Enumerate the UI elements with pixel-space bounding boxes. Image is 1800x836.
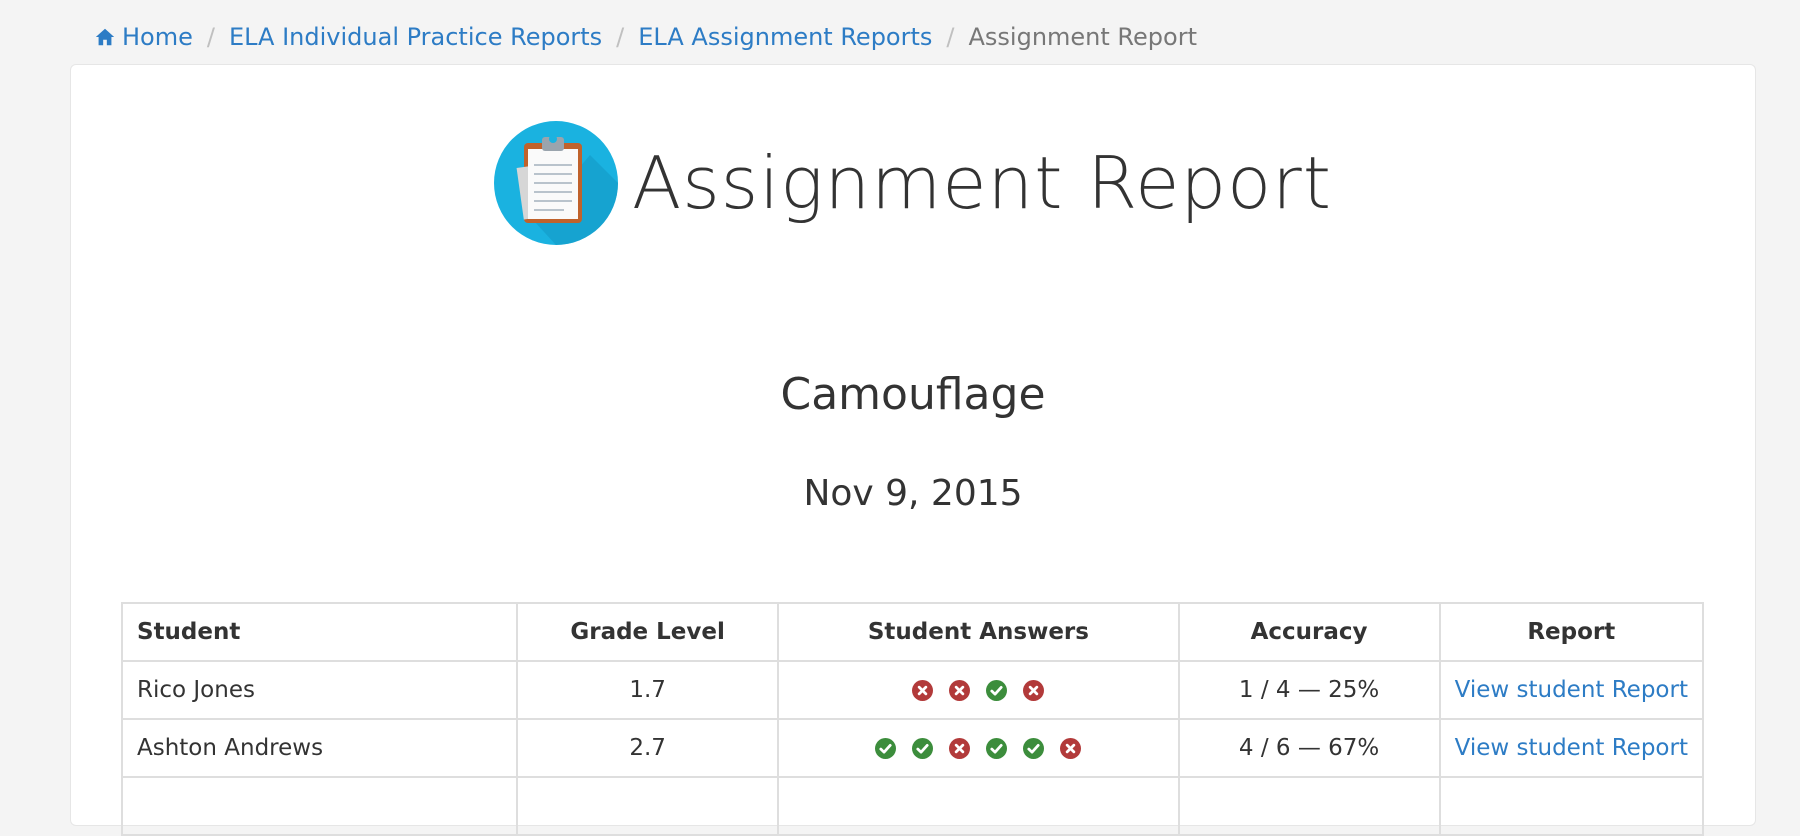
table-row	[120, 776, 1705, 836]
page-title: Assignment Report	[632, 141, 1332, 225]
incorrect-x-icon	[949, 680, 971, 701]
view-student-report-link[interactable]: View student Report	[1455, 677, 1688, 703]
student-answers	[777, 718, 1180, 778]
report-cell: View student Report	[1438, 718, 1705, 778]
student-answers	[777, 660, 1180, 720]
breadcrumb-separator: /	[616, 23, 625, 51]
header-report: Report	[1438, 602, 1705, 662]
header-grade-level: Grade Level	[516, 602, 780, 662]
accuracy: 4 / 6 — 67%	[1177, 718, 1441, 778]
breadcrumb-home-label: Home	[122, 23, 193, 51]
assignment-name: Camouflage	[780, 369, 1046, 420]
breadcrumb-current: Assignment Report	[968, 23, 1198, 51]
answer-icons	[912, 680, 1045, 701]
correct-check-icon	[986, 680, 1008, 701]
student-name: Ashton Andrews	[120, 718, 519, 778]
assignment-date: Nov 9, 2015	[803, 473, 1023, 514]
view-student-report-link[interactable]: View student Report	[1455, 735, 1688, 761]
correct-check-icon	[1023, 738, 1045, 759]
grade-level	[516, 776, 780, 836]
breadcrumb-separator: /	[946, 23, 955, 51]
report-cell	[1438, 776, 1705, 836]
incorrect-x-icon	[1060, 738, 1082, 759]
student-answers	[777, 776, 1180, 836]
header-student-answers: Student Answers	[777, 602, 1180, 662]
accuracy: 1 / 4 — 25%	[1177, 660, 1441, 720]
header-student: Student	[120, 602, 519, 662]
home-icon	[95, 28, 115, 46]
grade-level: 2.7	[516, 718, 780, 778]
grade-level: 1.7	[516, 660, 780, 720]
breadcrumb-ela-individual-practice-reports[interactable]: ELA Individual Practice Reports	[229, 20, 602, 54]
incorrect-x-icon	[949, 738, 971, 759]
clipboard-icon	[494, 121, 618, 245]
report-cell: View student Report	[1438, 660, 1705, 720]
table-header-row: Student Grade Level Student Answers Accu…	[120, 602, 1705, 662]
report-panel: Assignment Report Camouflage Nov 9, 2015…	[70, 64, 1756, 836]
table-row: Rico Jones 1.7 1 / 4 — 25% View student …	[120, 660, 1705, 720]
correct-check-icon	[875, 738, 897, 759]
report-table: Student Grade Level Student Answers Accu…	[120, 602, 1705, 836]
student-name	[120, 776, 519, 836]
breadcrumb: Home / ELA Individual Practice Reports /…	[94, 20, 1197, 54]
correct-check-icon	[986, 738, 1008, 759]
page-header: Assignment Report	[71, 121, 1755, 245]
incorrect-x-icon	[1023, 680, 1045, 701]
breadcrumb-home-link[interactable]: Home	[94, 20, 193, 54]
table-row: Ashton Andrews 2.7 4 / 6 — 67% View stud…	[120, 718, 1705, 778]
incorrect-x-icon	[912, 680, 934, 701]
breadcrumb-ela-assignment-reports[interactable]: ELA Assignment Reports	[638, 20, 932, 54]
breadcrumb-separator: /	[206, 23, 215, 51]
answer-icons	[875, 738, 1082, 759]
student-name: Rico Jones	[120, 660, 519, 720]
correct-check-icon	[912, 738, 934, 759]
header-accuracy: Accuracy	[1177, 602, 1441, 662]
accuracy	[1177, 776, 1441, 836]
